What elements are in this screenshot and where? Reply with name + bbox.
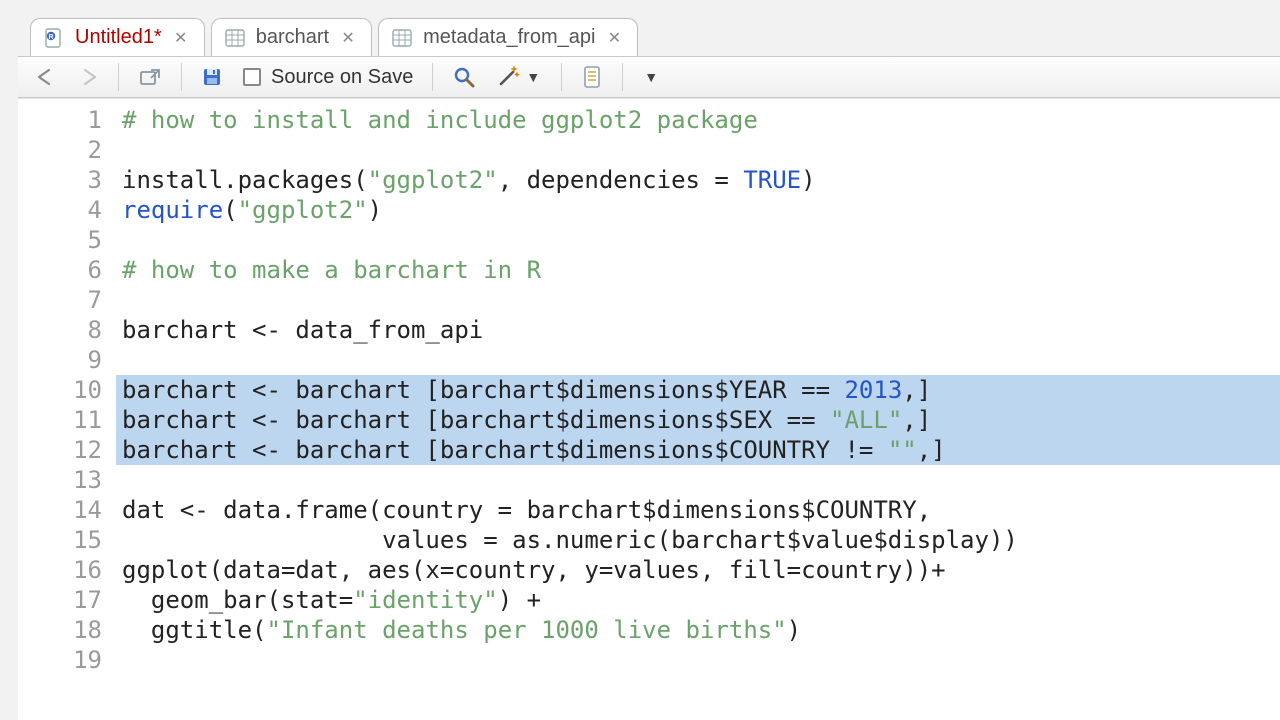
magnifier-icon bbox=[452, 65, 476, 89]
chevron-down-icon: ▼ bbox=[642, 69, 660, 85]
code-line[interactable]: dat <- data.frame(country = barchart$dim… bbox=[116, 495, 1280, 525]
close-icon[interactable]: ✕ bbox=[605, 29, 623, 47]
source-on-save-toggle[interactable]: Source on Save bbox=[236, 61, 420, 93]
close-icon[interactable]: ✕ bbox=[339, 29, 357, 47]
code-editor[interactable]: 12345678910111213141516171819 # how to i… bbox=[18, 98, 1280, 720]
chevron-down-icon: ▼ bbox=[524, 69, 542, 85]
code-line[interactable]: values = as.numeric(barchart$value$displ… bbox=[116, 525, 1280, 555]
tab-data-metadata[interactable]: metadata_from_api ✕ bbox=[378, 18, 638, 56]
notebook-icon bbox=[581, 65, 603, 89]
back-button[interactable] bbox=[28, 61, 64, 93]
source-on-save-label: Source on Save bbox=[271, 66, 413, 89]
code-line[interactable] bbox=[116, 285, 1280, 315]
arrow-right-icon bbox=[77, 68, 99, 86]
editor-toolbar: Source on Save ▼ bbox=[18, 56, 1280, 98]
code-area[interactable]: # how to install and include ggplot2 pac… bbox=[116, 99, 1280, 720]
toolbar-separator bbox=[622, 63, 623, 91]
rscript-file-icon: R bbox=[43, 27, 65, 49]
forward-button[interactable] bbox=[70, 61, 106, 93]
floppy-disk-icon bbox=[201, 66, 223, 88]
code-line[interactable]: barchart <- barchart [barchart$dimension… bbox=[116, 405, 1280, 435]
code-line[interactable] bbox=[116, 135, 1280, 165]
code-line[interactable]: # how to make a barchart in R bbox=[116, 255, 1280, 285]
tab-label: barchart bbox=[256, 26, 329, 49]
toolbar-separator bbox=[432, 63, 433, 91]
code-line[interactable] bbox=[116, 345, 1280, 375]
compile-report-button[interactable] bbox=[574, 61, 610, 93]
code-line[interactable]: barchart <- data_from_api bbox=[116, 315, 1280, 345]
code-line[interactable]: barchart <- barchart [barchart$dimension… bbox=[116, 375, 1280, 405]
code-line[interactable]: barchart <- barchart [barchart$dimension… bbox=[116, 435, 1280, 465]
svg-text:R: R bbox=[48, 34, 53, 41]
magic-wand-icon bbox=[496, 65, 520, 89]
code-line[interactable] bbox=[116, 645, 1280, 675]
tab-script-untitled1[interactable]: R Untitled1* ✕ bbox=[30, 18, 205, 56]
save-button[interactable] bbox=[194, 61, 230, 93]
tab-label: Untitled1* bbox=[75, 26, 162, 49]
popout-window-icon bbox=[138, 66, 162, 88]
code-line[interactable] bbox=[116, 465, 1280, 495]
toolbar-separator bbox=[561, 63, 562, 91]
tab-strip: R Untitled1* ✕ barchart ✕ bbox=[18, 4, 1280, 56]
tab-label: metadata_from_api bbox=[423, 26, 595, 49]
data-grid-icon bbox=[224, 27, 246, 49]
more-menu-button[interactable]: ▼ bbox=[635, 61, 667, 93]
tab-data-barchart[interactable]: barchart ✕ bbox=[211, 18, 372, 56]
code-line[interactable]: ggplot(data=dat, aes(x=country, y=values… bbox=[116, 555, 1280, 585]
arrow-left-icon bbox=[35, 68, 57, 86]
close-icon[interactable]: ✕ bbox=[172, 29, 190, 47]
code-line[interactable]: install.packages("ggplot2", dependencies… bbox=[116, 165, 1280, 195]
code-line[interactable]: ggtitle("Infant deaths per 1000 live bir… bbox=[116, 615, 1280, 645]
code-line[interactable]: geom_bar(stat="identity") + bbox=[116, 585, 1280, 615]
toolbar-separator bbox=[181, 63, 182, 91]
code-line[interactable]: require("ggplot2") bbox=[116, 195, 1280, 225]
line-number-gutter: 12345678910111213141516171819 bbox=[18, 99, 116, 720]
code-line[interactable] bbox=[116, 225, 1280, 255]
code-line[interactable]: # how to install and include ggplot2 pac… bbox=[116, 105, 1280, 135]
data-grid-icon bbox=[391, 27, 413, 49]
code-tools-button[interactable]: ▼ bbox=[489, 61, 549, 93]
toolbar-separator bbox=[118, 63, 119, 91]
show-in-new-window-button[interactable] bbox=[131, 61, 169, 93]
find-replace-button[interactable] bbox=[445, 61, 483, 93]
checkbox-icon bbox=[243, 68, 261, 86]
